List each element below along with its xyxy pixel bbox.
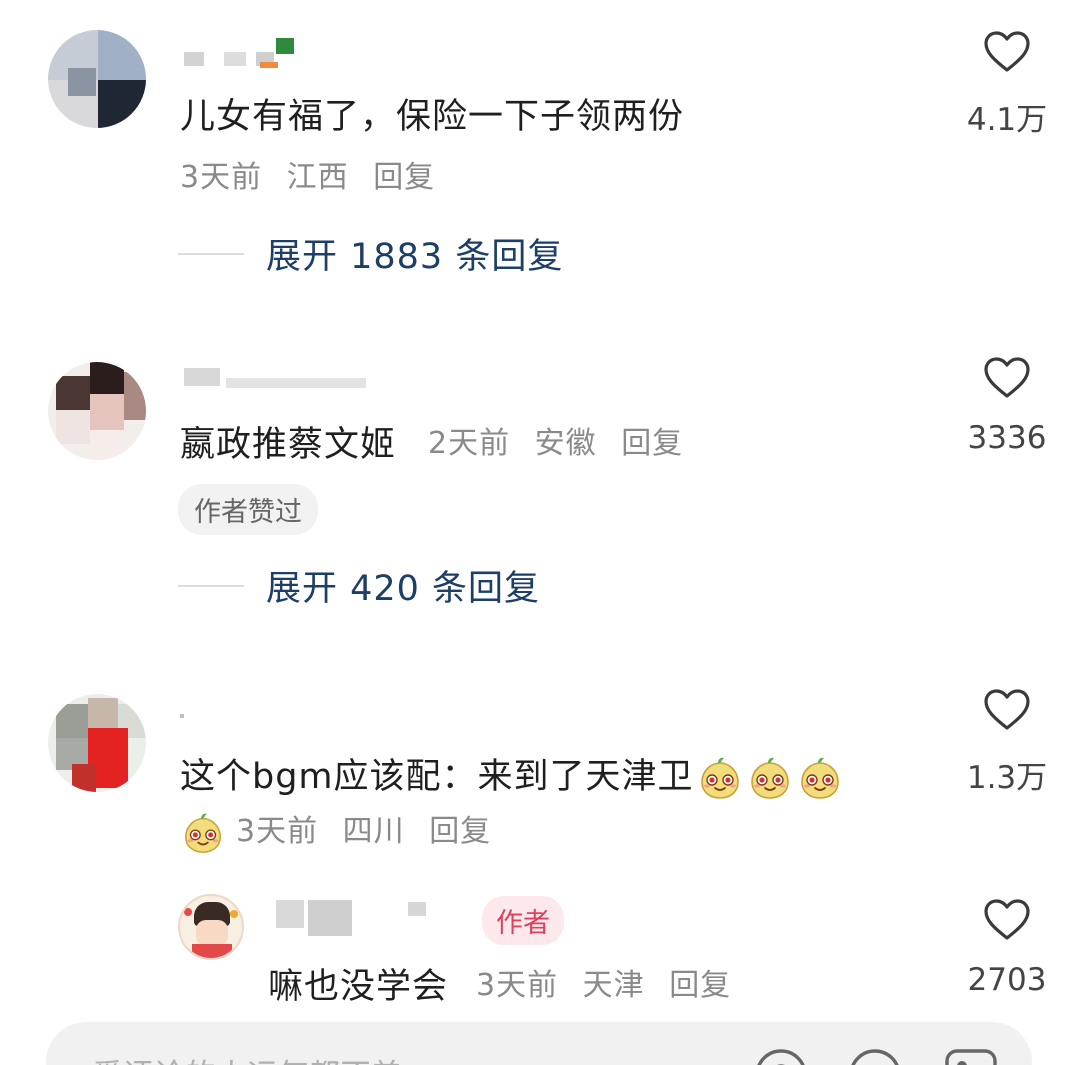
username-blurred[interactable]: [180, 366, 380, 390]
like-button[interactable]: 2703: [952, 898, 1062, 998]
expand-replies-button[interactable]: 展开 420 条回复: [178, 560, 540, 611]
at-icon[interactable]: [752, 1046, 810, 1065]
expand-replies-button[interactable]: 展开 1883 条回复: [178, 228, 563, 279]
heart-outline-icon: [983, 30, 1031, 74]
comment-text: 嬴政推蔡文姬: [180, 425, 397, 465]
expand-replies-label: 展开 420 条回复: [266, 569, 541, 609]
reply-text: 嘛也没学会: [268, 967, 449, 1007]
comment-text-content: 这个bgm应该配：来到了天津卫: [180, 757, 694, 797]
comment-location: 江西: [286, 160, 349, 195]
comment-time: 3天前: [180, 160, 263, 195]
heart-outline-icon: [983, 688, 1031, 732]
expand-replies-label: 展开 1883 条回复: [266, 237, 564, 277]
comment-input-placeholder[interactable]: 爱评论的人运气都不差: [92, 1050, 402, 1065]
like-button[interactable]: 4.1万: [952, 30, 1062, 139]
heart-outline-icon: [983, 898, 1031, 942]
reply-meta: 3天前 天津 回复: [476, 960, 745, 1004]
comment-location: 安徽: [534, 426, 597, 461]
comment-list-page: 儿女有福了，保险一下子领两份 3天前 江西 回复 4.1万 展开 1883 条回…: [0, 0, 1080, 1065]
avatar[interactable]: [48, 362, 146, 460]
username-blurred[interactable]: [270, 898, 470, 936]
avatar[interactable]: [48, 30, 146, 128]
reply-button[interactable]: 回复: [429, 814, 491, 849]
divider: [178, 584, 244, 587]
comment-meta: 3天前 江西 回复: [180, 152, 449, 196]
like-button[interactable]: 3336: [952, 356, 1062, 456]
reply-button[interactable]: 回复: [669, 968, 731, 1003]
emoji-icon[interactable]: [846, 1046, 904, 1065]
comment-text: 儿女有福了，保险一下子领两份: [180, 97, 685, 137]
reply-location: 天津: [582, 968, 645, 1003]
image-icon[interactable]: [942, 1046, 1000, 1065]
username-blurred[interactable]: [180, 34, 320, 68]
comment-input-bar[interactable]: 爱评论的人运气都不差: [46, 1022, 1032, 1065]
author-badge: 作者: [482, 896, 564, 945]
cute-face-emoji: [696, 754, 744, 802]
heart-outline-icon: [983, 356, 1031, 400]
avatar[interactable]: [48, 694, 146, 792]
reply-time: 3天前: [476, 968, 559, 1003]
reply-button[interactable]: 回复: [621, 426, 683, 461]
comment-text: 这个bgm应该配：来到了天津卫: [180, 748, 844, 802]
comment-meta: 3天前 四川 回复: [180, 806, 505, 856]
comment-location: 四川: [342, 814, 405, 849]
like-count: 4.1万: [966, 102, 1048, 138]
username-blurred[interactable]: [180, 700, 200, 724]
reply-button[interactable]: 回复: [373, 160, 435, 195]
cute-face-emoji: [796, 754, 844, 802]
comment-time: 2天前: [428, 426, 511, 461]
comment-time: 3天前: [236, 814, 319, 849]
like-button[interactable]: 1.3万: [952, 688, 1062, 797]
author-liked-badge: 作者赞过: [178, 484, 318, 535]
avatar[interactable]: [178, 894, 244, 960]
like-count: 3336: [967, 420, 1047, 456]
cute-face-emoji: [746, 754, 794, 802]
cute-face-emoji: [180, 810, 226, 856]
like-count: 1.3万: [966, 760, 1048, 796]
divider: [178, 252, 244, 255]
like-count: 2703: [967, 962, 1047, 998]
comment-meta: 2天前 安徽 回复: [428, 418, 697, 462]
